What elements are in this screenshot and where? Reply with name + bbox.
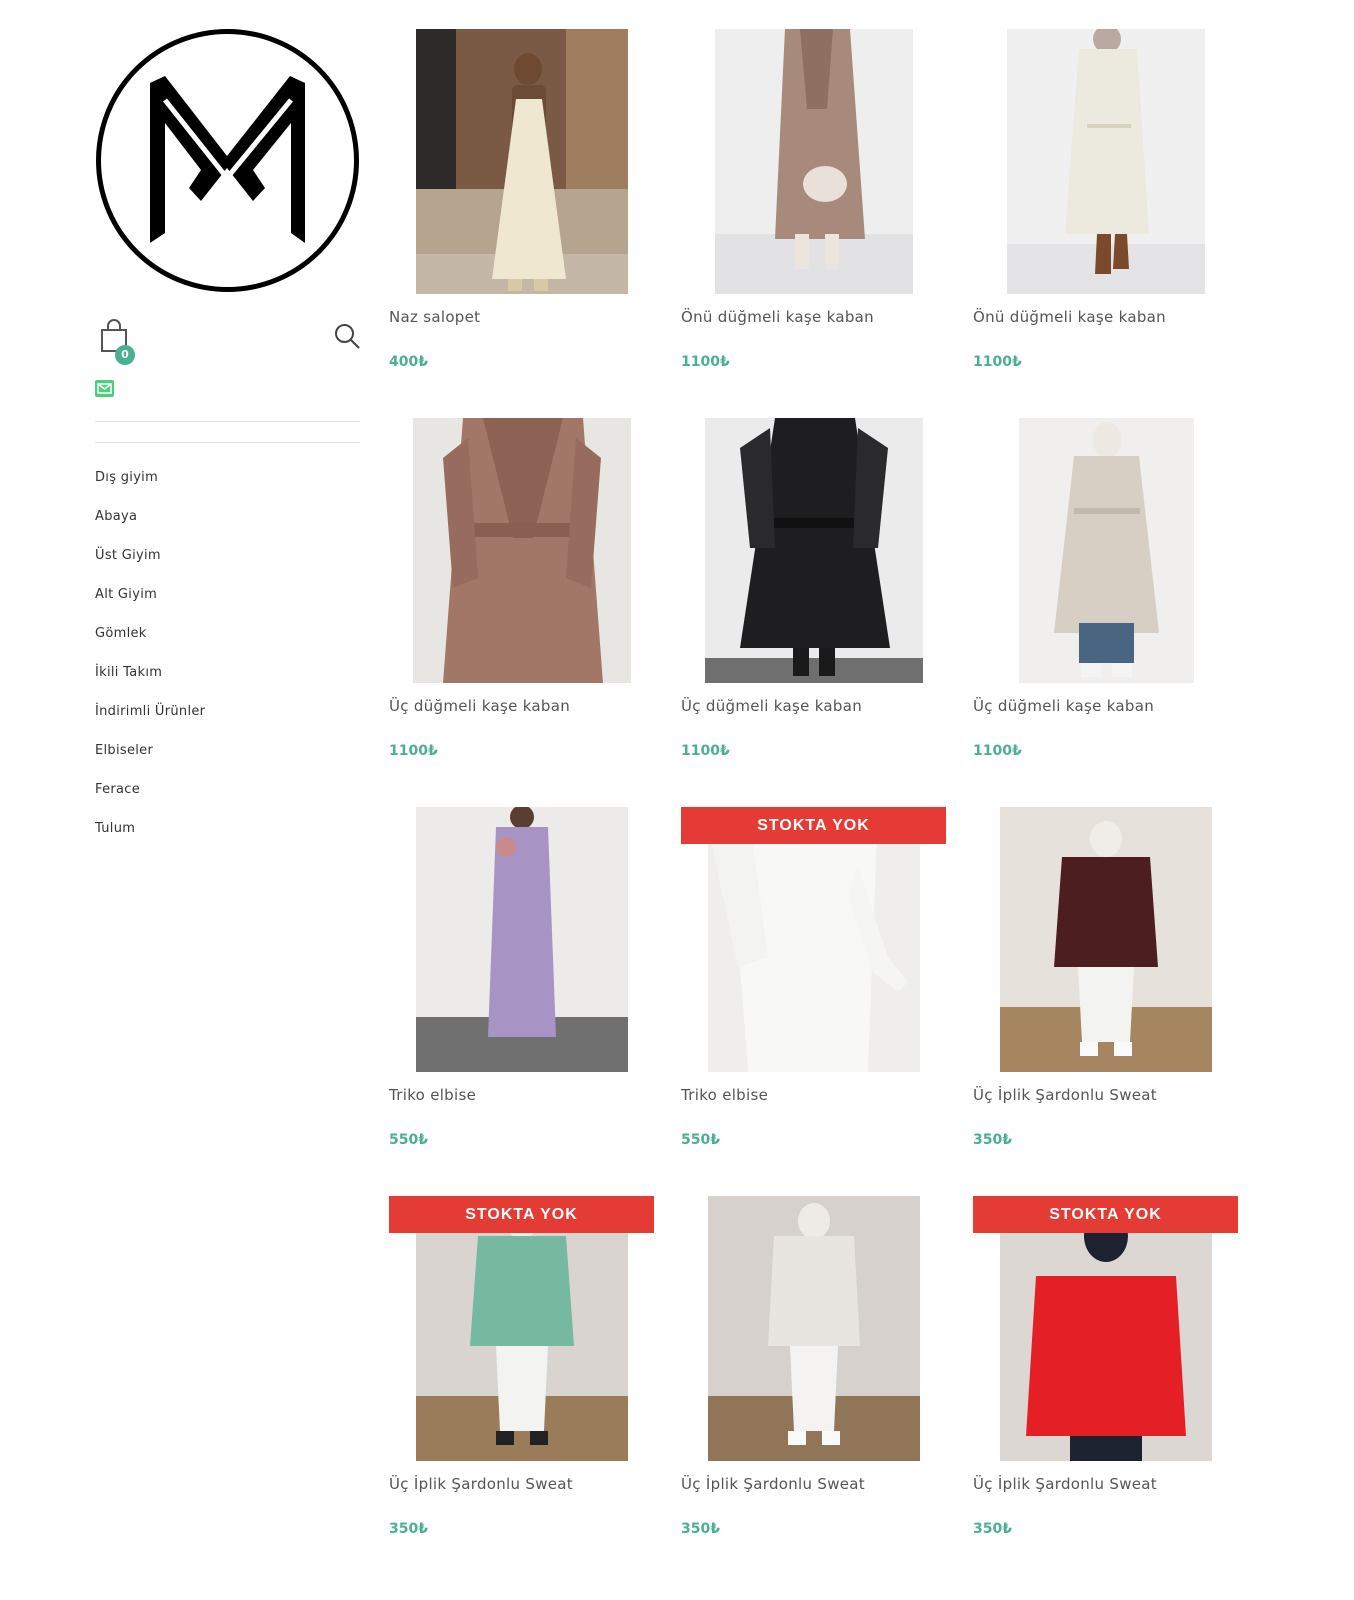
- product-card[interactable]: STOKTA YOK Triko elbise 550₺: [681, 807, 946, 1148]
- product-price: 1100₺: [973, 354, 1022, 370]
- menu-item-ust-giyim[interactable]: Üst Giyim: [95, 548, 360, 587]
- product-title[interactable]: Üç İplik Şardonlu Sweat: [389, 1475, 654, 1493]
- product-image[interactable]: [973, 807, 1238, 1072]
- product-image[interactable]: [973, 29, 1238, 294]
- menu-item-ikili-takim[interactable]: İkili Takım: [95, 665, 360, 704]
- product-price: 1100₺: [973, 743, 1022, 759]
- product-title[interactable]: Önü düğmeli kaşe kaban: [973, 308, 1238, 326]
- product-title[interactable]: Üç İplik Şardonlu Sweat: [973, 1475, 1238, 1493]
- product-title[interactable]: Üç İplik Şardonlu Sweat: [973, 1086, 1238, 1104]
- product-image[interactable]: [681, 1196, 946, 1461]
- product-title[interactable]: Üç İplik Şardonlu Sweat: [681, 1475, 946, 1493]
- product-image[interactable]: [681, 418, 946, 683]
- product-image[interactable]: [389, 418, 654, 683]
- search-icon[interactable]: [334, 323, 360, 349]
- product-card[interactable]: STOKTA YOK Üç İplik Şardonlu Sweat 350₺: [389, 1196, 654, 1537]
- sidebar: 0 Dış giyim Abaya Üst Giyim Alt Giyim Gö…: [95, 28, 360, 860]
- category-menu: Dış giyim Abaya Üst Giyim Alt Giyim Göml…: [95, 470, 360, 860]
- product-card[interactable]: Üç İplik Şardonlu Sweat 350₺: [681, 1196, 946, 1537]
- cart-count-badge: 0: [115, 345, 135, 365]
- menu-item-ferace[interactable]: Ferace: [95, 782, 360, 821]
- product-card[interactable]: Üç düğmeli kaşe kaban 1100₺: [973, 418, 1238, 759]
- menu-item-dis-giyim[interactable]: Dış giyim: [95, 470, 360, 509]
- menu-item-elbiseler[interactable]: Elbiseler: [95, 743, 360, 782]
- product-card[interactable]: STOKTA YOK Üç İplik Şardonlu Sweat 350₺: [973, 1196, 1238, 1537]
- product-price: 1100₺: [681, 743, 730, 759]
- brand-logo[interactable]: [95, 28, 360, 293]
- menu-item-alt-giyim[interactable]: Alt Giyim: [95, 587, 360, 626]
- product-price: 550₺: [389, 1132, 428, 1148]
- product-price: 1100₺: [389, 743, 438, 759]
- product-title[interactable]: Üç düğmeli kaşe kaban: [973, 697, 1238, 715]
- product-price: 350₺: [681, 1521, 720, 1537]
- product-price: 550₺: [681, 1132, 720, 1148]
- menu-item-indirimli-urunler[interactable]: İndirimli Ürünler: [95, 704, 360, 743]
- envelope-icon[interactable]: [95, 380, 114, 397]
- product-card[interactable]: Üç İplik Şardonlu Sweat 350₺: [973, 807, 1238, 1148]
- product-title[interactable]: Triko elbise: [681, 1086, 946, 1104]
- product-title[interactable]: Önü düğmeli kaşe kaban: [681, 308, 946, 326]
- product-card[interactable]: Üç düğmeli kaşe kaban 1100₺: [389, 418, 654, 759]
- product-title[interactable]: Üç düğmeli kaşe kaban: [389, 697, 654, 715]
- out-of-stock-badge: STOKTA YOK: [973, 1196, 1238, 1233]
- product-card[interactable]: Önü düğmeli kaşe kaban 1100₺: [681, 29, 946, 370]
- menu-item-abaya[interactable]: Abaya: [95, 509, 360, 548]
- product-title[interactable]: Naz salopet: [389, 308, 654, 326]
- menu-item-gomlek[interactable]: Gömlek: [95, 626, 360, 665]
- out-of-stock-badge: STOKTA YOK: [389, 1196, 654, 1233]
- divider: [95, 421, 360, 422]
- product-image[interactable]: [681, 29, 946, 294]
- product-image[interactable]: STOKTA YOK: [681, 807, 946, 1072]
- menu-item-tulum[interactable]: Tulum: [95, 821, 360, 860]
- product-price: 1100₺: [681, 354, 730, 370]
- product-price: 350₺: [973, 1521, 1012, 1537]
- product-image[interactable]: [389, 29, 654, 294]
- product-card[interactable]: Naz salopet 400₺: [389, 29, 654, 370]
- product-image[interactable]: [973, 418, 1238, 683]
- product-price: 400₺: [389, 354, 428, 370]
- product-image[interactable]: [389, 807, 654, 1072]
- product-title[interactable]: Üç düğmeli kaşe kaban: [681, 697, 946, 715]
- divider: [95, 442, 360, 443]
- product-title[interactable]: Triko elbise: [389, 1086, 654, 1104]
- product-price: 350₺: [389, 1521, 428, 1537]
- product-image[interactable]: STOKTA YOK: [389, 1196, 654, 1461]
- product-card[interactable]: Üç düğmeli kaşe kaban 1100₺: [681, 418, 946, 759]
- product-price: 350₺: [973, 1132, 1012, 1148]
- product-card[interactable]: Triko elbise 550₺: [389, 807, 654, 1148]
- product-card[interactable]: Önü düğmeli kaşe kaban 1100₺: [973, 29, 1238, 370]
- product-image[interactable]: STOKTA YOK: [973, 1196, 1238, 1461]
- out-of-stock-badge: STOKTA YOK: [681, 807, 946, 844]
